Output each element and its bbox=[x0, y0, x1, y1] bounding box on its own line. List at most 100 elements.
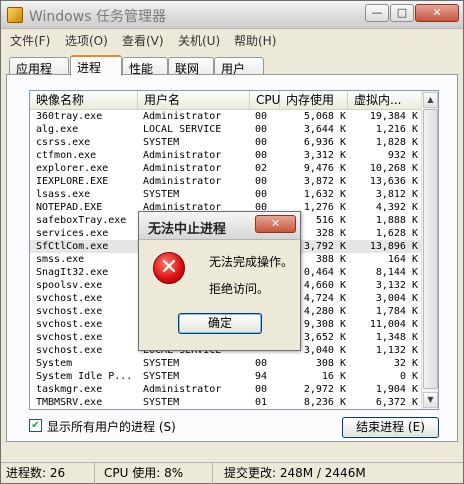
process-virtual-memory: 6,372 K bbox=[375, 397, 418, 408]
process-list-scrollbar[interactable]: ▲ ▼ bbox=[421, 91, 438, 409]
tab-processes[interactable]: 进程 bbox=[70, 55, 122, 76]
process-mem-usage: 3,872 K bbox=[303, 176, 346, 187]
status-commit-charge: 提交更改: 248M / 2446M bbox=[224, 466, 366, 480]
process-virtual-memory: 13,896 K bbox=[369, 241, 418, 252]
tab-networking[interactable]: 联网 bbox=[168, 57, 214, 76]
show-all-users-checkbox[interactable]: ✔ bbox=[29, 419, 42, 432]
tab-performance[interactable]: 性能 bbox=[122, 57, 168, 76]
process-image-name: TMBMSRV.exe bbox=[36, 397, 103, 408]
process-mem-usage: 16 K bbox=[321, 371, 346, 382]
error-icon: ✕ bbox=[153, 252, 185, 284]
process-cpu: 00 bbox=[255, 150, 268, 161]
process-mem-usage: 2,972 K bbox=[303, 384, 346, 395]
process-image-name: services.exe bbox=[36, 228, 109, 239]
process-mem-usage: 9,476 K bbox=[303, 163, 346, 174]
column-image-name[interactable]: 映像名称 bbox=[30, 91, 138, 110]
process-cpu: 01 bbox=[255, 397, 268, 408]
process-user-name: LOCAL SERVICE bbox=[143, 124, 222, 135]
menu-help[interactable]: 帮助(H) bbox=[234, 32, 276, 49]
process-virtual-memory: 3,004 K bbox=[375, 293, 418, 304]
process-image-name: svchost.exe bbox=[36, 306, 103, 317]
menu-file[interactable]: 文件(F) bbox=[10, 32, 50, 49]
column-cpu[interactable]: CPU bbox=[250, 91, 280, 110]
process-image-name: lsass.exe bbox=[36, 189, 91, 200]
table-row[interactable]: TMBMSRV.exe SYSTEM 01 8,236 K 6,372 K bbox=[30, 396, 422, 409]
process-user-name: SYSTEM bbox=[143, 371, 180, 382]
process-image-name: IEXPLORE.EXE bbox=[36, 176, 109, 187]
table-row[interactable]: alg.exe LOCAL SERVICE 00 3,644 K 1,216 K bbox=[30, 123, 422, 136]
process-image-name: svchost.exe bbox=[36, 319, 103, 330]
process-user-name: SYSTEM bbox=[143, 137, 180, 148]
tab-applications[interactable]: 应用程序 bbox=[9, 57, 69, 93]
process-virtual-memory: 3,132 K bbox=[375, 280, 418, 291]
close-button[interactable]: ✕ bbox=[415, 4, 459, 22]
menu-view[interactable]: 查看(V) bbox=[122, 32, 164, 49]
process-virtual-memory: 0 K bbox=[399, 371, 418, 382]
process-image-name: SnagIt32.exe bbox=[36, 267, 109, 278]
error-dialog: 无法中止进程 ✕ ✕ 无法完成操作。 拒绝访问。 确定 bbox=[138, 211, 301, 351]
scroll-down-arrow-icon[interactable]: ▼ bbox=[423, 392, 438, 408]
tab-users[interactable]: 用户 bbox=[214, 57, 264, 76]
window-title: Windows 任务管理器 bbox=[29, 9, 166, 25]
column-virtual-memory[interactable]: 虚拟内... bbox=[348, 91, 422, 110]
process-mem-usage: 8,236 K bbox=[303, 397, 346, 408]
process-image-name: svchost.exe bbox=[36, 345, 103, 356]
table-row[interactable]: taskmgr.exe Administrator 00 2,972 K 1,904 K bbox=[30, 383, 422, 396]
process-mem-usage: 5,068 K bbox=[303, 111, 346, 122]
column-mem-usage[interactable]: 内存使用 bbox=[280, 91, 348, 110]
process-user-name: SYSTEM bbox=[143, 358, 180, 369]
table-row[interactable]: IEXPLORE.EXE Administrator 00 3,872 K 13,636… bbox=[30, 175, 422, 188]
process-cpu: 00 bbox=[255, 124, 268, 135]
process-cpu: 02 bbox=[255, 163, 268, 174]
process-cpu: 00 bbox=[255, 111, 268, 122]
process-virtual-memory: 4,392 K bbox=[375, 202, 418, 213]
menu-bar: 文件(F) 选项(O) 查看(V) 关机(U) 帮助(H) bbox=[1, 29, 463, 49]
status-process-count: 进程数: 26 bbox=[1, 463, 95, 484]
process-image-name: csrss.exe bbox=[36, 137, 91, 148]
table-row[interactable]: System SYSTEM 00 308 K 32 K bbox=[30, 357, 422, 370]
process-mem-usage: 3,644 K bbox=[303, 124, 346, 135]
process-user-name: Administrator bbox=[143, 176, 222, 187]
process-image-name: alg.exe bbox=[36, 124, 79, 135]
table-row[interactable]: csrss.exe SYSTEM 00 6,936 K 1,828 K bbox=[30, 136, 422, 149]
menu-options[interactable]: 选项(O) bbox=[65, 32, 108, 49]
maximize-button[interactable]: □ bbox=[390, 4, 414, 22]
process-image-name: System Idle P... bbox=[36, 371, 133, 382]
scroll-thumb[interactable] bbox=[423, 109, 438, 389]
table-row[interactable]: lsass.exe SYSTEM 00 1,632 K 3,812 K bbox=[30, 188, 422, 201]
table-row[interactable]: 360tray.exe Administrator 00 5,068 K 19,384 … bbox=[30, 110, 422, 123]
scroll-up-arrow-icon[interactable]: ▲ bbox=[423, 92, 438, 108]
process-virtual-memory: 32 K bbox=[393, 358, 418, 369]
ok-button[interactable]: 确定 bbox=[178, 313, 262, 334]
process-user-name: Administrator bbox=[143, 111, 222, 122]
process-image-name: svchost.exe bbox=[36, 293, 103, 304]
table-row[interactable]: System Idle P... SYSTEM 94 16 K 0 K bbox=[30, 370, 422, 383]
process-cpu: 00 bbox=[255, 176, 268, 187]
process-virtual-memory: 10,268 K bbox=[369, 163, 418, 174]
process-virtual-memory: 19,384 K bbox=[369, 111, 418, 122]
status-cpu-usage: CPU 使用: 8% bbox=[99, 463, 213, 484]
process-image-name: System bbox=[36, 358, 73, 369]
table-row[interactable]: explorer.exe Administrator 02 9,476 K 10,268… bbox=[30, 162, 422, 175]
process-user-name: SYSTEM bbox=[143, 189, 180, 200]
process-virtual-memory: 1,628 K bbox=[375, 228, 418, 239]
process-virtual-memory: 13,636 K bbox=[369, 176, 418, 187]
table-row[interactable]: ctfmon.exe Administrator 00 3,312 K 932 K bbox=[30, 149, 422, 162]
status-bar: 进程数: 26 CPU 使用: 8% 提交更改: 248M / 2446M bbox=[1, 462, 463, 484]
process-virtual-memory: 1,888 K bbox=[375, 215, 418, 226]
menu-shutdown[interactable]: 关机(U) bbox=[178, 32, 220, 49]
process-image-name: svchost.exe bbox=[36, 332, 103, 343]
process-image-name: 360tray.exe bbox=[36, 111, 103, 122]
process-virtual-memory: 932 K bbox=[387, 150, 418, 161]
error-dialog-close-button[interactable]: ✕ bbox=[255, 215, 296, 233]
process-image-name: SfCtlCom.exe bbox=[36, 241, 109, 252]
process-image-name: smss.exe bbox=[36, 254, 85, 265]
minimize-button[interactable]: — bbox=[365, 4, 389, 22]
end-process-button[interactable]: 结束进程 (E) bbox=[342, 417, 439, 438]
process-user-name: Administrator bbox=[143, 163, 222, 174]
process-virtual-memory: 164 K bbox=[387, 254, 418, 265]
process-image-name: ctfmon.exe bbox=[36, 150, 97, 161]
process-virtual-memory: 1,828 K bbox=[375, 137, 418, 148]
column-user-name[interactable]: 用户名 bbox=[138, 91, 250, 110]
process-cpu: 94 bbox=[255, 371, 268, 382]
